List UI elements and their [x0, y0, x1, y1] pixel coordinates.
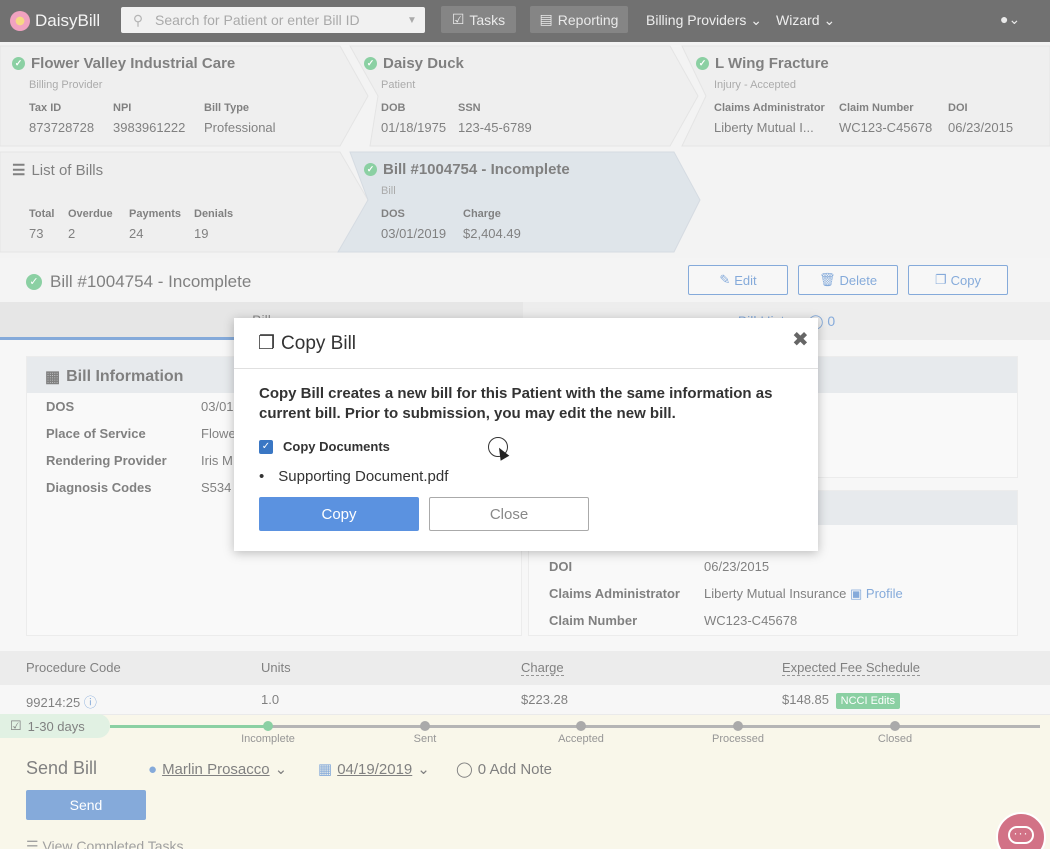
modal-description: Copy Bill creates a new bill for this Pa… [259, 385, 773, 422]
modal-title: ❐ Copy Bill [258, 332, 356, 355]
copy-documents-label[interactable]: Copy Documents [283, 439, 390, 454]
list-item: Supporting Document.pdf [259, 468, 448, 485]
modal-copy-button[interactable]: Copy [259, 497, 419, 531]
modal-title-text: Copy Bill [281, 332, 357, 354]
close-icon[interactable]: ✖ [792, 327, 809, 352]
copy-bill-modal: ❐ Copy Bill ✖ Copy Bill creates a new bi… [234, 318, 818, 551]
copy-documents-checkbox[interactable]: ✓ [259, 440, 273, 454]
copy-icon: ❐ [258, 333, 276, 354]
modal-close-button[interactable]: Close [429, 497, 589, 531]
